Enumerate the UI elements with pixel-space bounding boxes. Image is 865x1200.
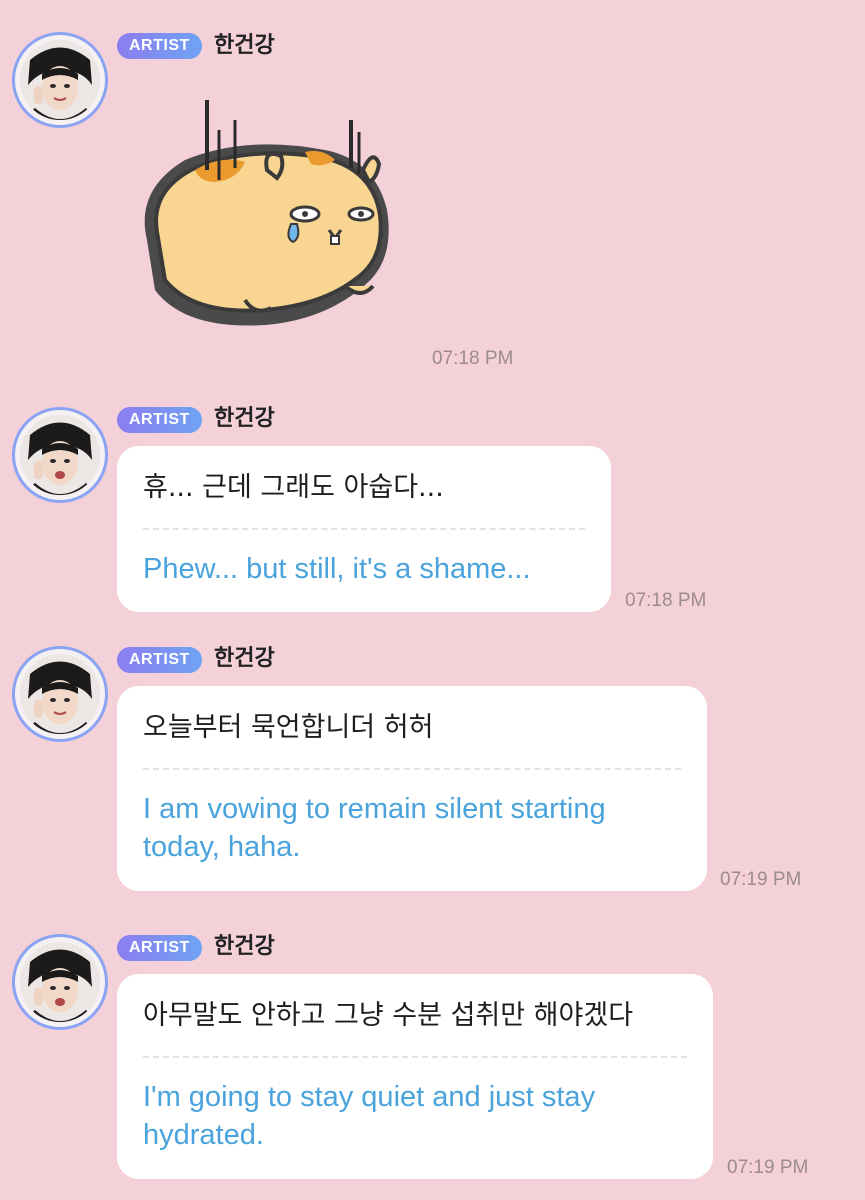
message-translation-text: Phew... but still, it's a shame...: [143, 553, 531, 585]
translation-divider: [143, 528, 585, 530]
artist-badge: ARTIST: [117, 407, 202, 433]
sender-name[interactable]: 한건강: [214, 933, 275, 961]
translation-divider: [143, 768, 681, 770]
artist-badge: ARTIST: [117, 935, 202, 961]
message-bubble[interactable]: 휴... 근데 그래도 아숩다... Phew... but still, it…: [117, 446, 611, 612]
message-original-text: 아무말도 안하고 그냥 수분 섭취만 해야겠다: [143, 1000, 634, 1031]
sender-name[interactable]: 한건강: [214, 645, 275, 673]
message-time: 07:18 PM: [432, 348, 514, 369]
message-bubble[interactable]: 오늘부터 묵언합니더 허허 I am vowing to remain sile…: [117, 686, 707, 891]
message-bubble[interactable]: 아무말도 안하고 그냥 수분 섭취만 해야겠다 I'm going to sta…: [117, 974, 713, 1179]
sender-name[interactable]: 한건강: [214, 405, 275, 433]
message-time: 07:19 PM: [720, 869, 802, 890]
message-original-text: 오늘부터 묵언합니더 허허: [143, 712, 434, 743]
translation-divider: [143, 1056, 687, 1058]
sender-name[interactable]: 한건강: [214, 32, 275, 60]
message-original-text: 휴... 근데 그래도 아숩다...: [143, 472, 444, 503]
avatar[interactable]: [12, 407, 108, 503]
artist-badge: ARTIST: [117, 33, 202, 59]
avatar[interactable]: [12, 646, 108, 742]
message-time: 07:19 PM: [727, 1157, 809, 1178]
message-translation-text: I am vowing to remain silent starting to…: [143, 793, 606, 863]
message-translation-text: I'm going to stay quiet and just stay hy…: [143, 1081, 596, 1151]
avatar[interactable]: [12, 32, 108, 128]
avatar[interactable]: [12, 934, 108, 1030]
message-time: 07:18 PM: [625, 590, 707, 611]
crying-hamster-sticker[interactable]: [125, 90, 415, 340]
artist-badge: ARTIST: [117, 647, 202, 673]
